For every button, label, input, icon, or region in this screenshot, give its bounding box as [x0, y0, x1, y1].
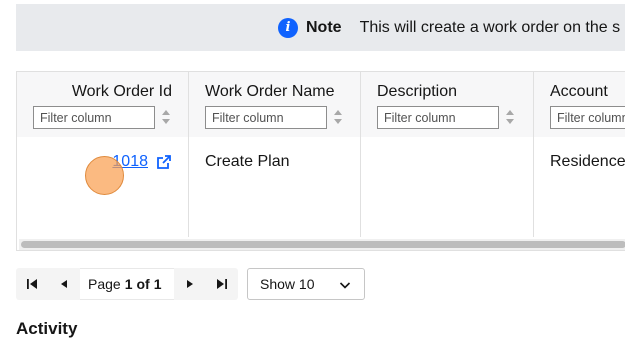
pagination: Page 1 of 1	[16, 268, 238, 300]
page-prefix: Page	[88, 276, 121, 292]
last-page-icon	[216, 279, 227, 289]
current-page: 1	[124, 276, 133, 292]
column-header-description[interactable]: Description	[377, 83, 457, 101]
cell-work-order-name: Create Plan	[205, 153, 290, 170]
page-indicator: Page 1 of 1	[80, 268, 174, 300]
note-banner: i Note This will create a work order on …	[16, 4, 625, 51]
note-text: This will create a work order on the s	[359, 18, 621, 36]
column-work-order-name: Work Order Name Create Plan	[189, 72, 361, 237]
activity-heading: Activity	[16, 319, 78, 338]
external-link-icon[interactable]	[156, 154, 172, 170]
column-header-work-order-id[interactable]: Work Order Id	[72, 83, 172, 101]
first-page-icon	[27, 279, 37, 289]
column-description: Description	[361, 72, 534, 237]
cell-account: Residence	[550, 153, 625, 170]
page-of-label: of	[136, 276, 150, 292]
click-indicator	[85, 156, 124, 195]
page-size-value: Show 10	[260, 276, 315, 292]
sort-icon[interactable]	[505, 109, 515, 125]
next-page-button[interactable]	[174, 268, 206, 300]
filter-input-work-order-name[interactable]	[205, 106, 327, 129]
first-page-button[interactable]	[16, 268, 48, 300]
column-account: Account Residence	[534, 72, 625, 237]
sort-icon[interactable]	[161, 109, 171, 125]
info-icon: i	[278, 17, 298, 38]
previous-page-button[interactable]	[48, 268, 80, 300]
scrollbar-thumb[interactable]	[21, 241, 625, 248]
column-work-order-id: Work Order Id 1018	[17, 72, 189, 237]
note-title: Note	[306, 18, 342, 36]
caret-left-icon	[61, 280, 67, 288]
filter-input-description[interactable]	[377, 106, 499, 129]
last-page-button[interactable]	[206, 268, 238, 300]
filter-input-work-order-id[interactable]	[33, 106, 155, 129]
sort-icon[interactable]	[333, 109, 343, 125]
page-size-select[interactable]: Show 10	[247, 268, 365, 300]
work-order-table: Work Order Id 1018 Work Order Name Creat…	[16, 71, 625, 251]
horizontal-scrollbar[interactable]	[19, 239, 625, 250]
chevron-down-icon	[339, 282, 351, 289]
column-header-work-order-name[interactable]: Work Order Name	[205, 83, 335, 101]
filter-input-account[interactable]	[550, 106, 625, 129]
column-header-account[interactable]: Account	[550, 83, 608, 101]
caret-right-icon	[186, 280, 193, 288]
total-pages: 1	[153, 276, 162, 292]
